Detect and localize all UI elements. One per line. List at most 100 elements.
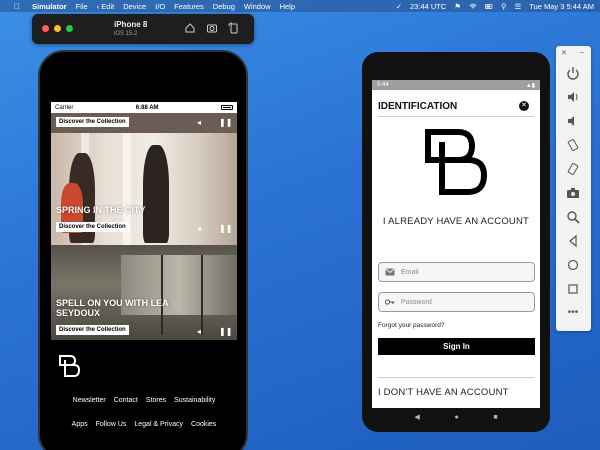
home-icon[interactable] xyxy=(184,22,196,34)
ios-status-bar: Carrier 6:88 AM xyxy=(51,102,237,113)
android-status-bar: 5:44 ▲▮ xyxy=(372,80,540,90)
discover-button-3[interactable]: Discover the Collection xyxy=(56,325,129,335)
android-screen: 5:44 ▲▮ IDENTIFICATION ✕ I ALREADY HAVE … xyxy=(372,80,540,408)
more-icon[interactable]: ••• xyxy=(566,306,580,320)
mute-icon[interactable]: ◂ xyxy=(197,118,201,127)
pause-icon[interactable]: ❚❚ xyxy=(219,327,232,336)
footer-links-row-1: Newsletter Contact Stores Sustainability xyxy=(51,397,237,404)
footer-link-cookies[interactable]: Cookies xyxy=(191,421,216,428)
menu-features[interactable]: Features xyxy=(174,2,204,11)
battery-icon[interactable] xyxy=(485,3,493,10)
password-placeholder: Password xyxy=(401,298,432,306)
minimize-icon[interactable]: – xyxy=(580,49,584,56)
close-window-button[interactable] xyxy=(42,25,49,32)
overview-icon[interactable]: ■ xyxy=(493,414,497,421)
home-circle-icon[interactable]: ● xyxy=(454,414,458,421)
ios-battery-icon xyxy=(220,105,233,110)
menu-edit[interactable]: ‹ Edit xyxy=(97,2,115,11)
pause-icon[interactable]: ❚❚ xyxy=(219,118,232,127)
ios-time: 6:88 AM xyxy=(135,104,159,111)
footer-link-legal-privacy[interactable]: Legal & Privacy xyxy=(134,421,183,428)
menu-debug[interactable]: Debug xyxy=(213,2,235,11)
menu-edit-label: Edit xyxy=(101,1,115,11)
search-icon[interactable]: ⚲ xyxy=(501,2,507,11)
footer-link-apps[interactable]: Apps xyxy=(72,421,88,428)
rotate-right-icon[interactable] xyxy=(566,162,580,176)
wifi-icon[interactable] xyxy=(469,3,477,10)
discover-button-1[interactable]: Discover the Collection xyxy=(56,117,129,127)
control-center-icon[interactable]: ☰ xyxy=(515,2,522,11)
back-icon[interactable] xyxy=(566,234,580,248)
volume-up-icon[interactable] xyxy=(566,90,580,104)
model-figure xyxy=(143,145,169,243)
flag-icon[interactable]: ⚑ xyxy=(454,2,461,11)
window-frame xyxy=(161,255,163,335)
panel-3-headline-line1: SPELL ON YOU WITH LEA xyxy=(56,298,169,308)
email-field[interactable]: Email xyxy=(378,262,535,282)
menu-help[interactable]: Help xyxy=(280,2,295,11)
menu-app-simulator[interactable]: Simulator xyxy=(32,2,67,11)
footer-link-newsletter[interactable]: Newsletter xyxy=(73,397,106,404)
menu-io[interactable]: I/O xyxy=(155,2,165,11)
iphone-screen: Carrier 6:88 AM Discover the Collection … xyxy=(51,102,237,450)
menu-file[interactable]: File xyxy=(76,2,88,11)
brand-logo xyxy=(425,129,488,195)
menu-datetime[interactable]: Tue May 3 5:44 AM xyxy=(529,2,594,11)
rotate-icon[interactable] xyxy=(228,22,240,34)
collection-panel-1[interactable]: Discover the Collection ◂ ❚❚ xyxy=(51,113,237,133)
power-icon[interactable] xyxy=(566,66,580,80)
header-divider xyxy=(378,116,534,117)
zoom-icon[interactable] xyxy=(566,210,580,224)
simulator-toolbar: iPhone 8 iOS 15.2 xyxy=(32,14,254,44)
footer-link-stores[interactable]: Stores xyxy=(146,397,166,404)
site-footer: Newsletter Contact Stores Sustainability… xyxy=(51,340,237,450)
android-signal-icon: ▲▮ xyxy=(525,82,535,89)
close-icon[interactable]: ✕ xyxy=(519,101,529,111)
apple-icon[interactable]:  xyxy=(12,2,22,11)
desktop:  Simulator File ‹ Edit Device I/O Featu… xyxy=(0,0,600,450)
overview-icon[interactable] xyxy=(566,282,580,296)
have-account-heading: I ALREADY HAVE AN ACCOUNT xyxy=(382,216,530,227)
sign-in-button[interactable]: Sign In xyxy=(378,338,535,355)
carrier-label: Carrier xyxy=(55,104,74,111)
home-circle-icon[interactable] xyxy=(566,258,580,272)
android-time: 5:44 xyxy=(377,82,389,88)
macos-menu-bar:  Simulator File ‹ Edit Device I/O Featu… xyxy=(0,0,600,12)
rotate-left-icon[interactable] xyxy=(566,138,580,152)
mute-icon[interactable]: ◂ xyxy=(197,224,201,233)
pause-icon[interactable]: ❚❚ xyxy=(219,224,232,233)
panel-3-headline-line2: SEYDOUX xyxy=(56,308,101,318)
panel-2-headline: SPRING IN THE CITY xyxy=(56,205,146,215)
utc-clock[interactable]: 23:44 UTC xyxy=(410,2,446,11)
emulator-toolbar: ✕ – ••• xyxy=(556,46,591,331)
key-icon xyxy=(385,299,395,305)
device-name: iPhone 8 xyxy=(114,20,148,29)
checkmark-circle-icon[interactable]: ✓ xyxy=(396,2,402,11)
no-account-heading: I DON'T HAVE AN ACCOUNT xyxy=(378,387,509,398)
menu-device[interactable]: Device xyxy=(123,2,146,11)
minimize-window-button[interactable] xyxy=(54,25,61,32)
footer-link-contact[interactable]: Contact xyxy=(114,397,138,404)
back-icon[interactable]: ◀ xyxy=(414,413,419,421)
screenshot-icon[interactable] xyxy=(206,22,218,34)
android-nav-bar: ◀ ● ■ xyxy=(372,408,540,426)
discover-button-2[interactable]: Discover the Collection xyxy=(56,222,129,232)
footer-links-row-2: Apps Follow Us Legal & Privacy Cookies xyxy=(51,421,237,428)
footer-link-sustainability[interactable]: Sustainability xyxy=(174,397,215,404)
volume-down-icon[interactable] xyxy=(566,114,580,128)
zoom-window-button[interactable] xyxy=(66,25,73,32)
panel-3-headline: SPELL ON YOU WITH LEA SEYDOUX xyxy=(56,298,169,318)
os-version: iOS 15.2 xyxy=(114,31,138,37)
forgot-password-link[interactable]: Forgot your password? xyxy=(378,322,444,329)
footer-link-follow-us[interactable]: Follow Us xyxy=(96,421,127,428)
close-icon[interactable]: ✕ xyxy=(561,49,567,57)
password-field[interactable]: Password xyxy=(378,292,535,312)
section-divider xyxy=(378,377,534,378)
brand-logo[interactable] xyxy=(58,354,82,378)
collection-panel-3[interactable]: SPELL ON YOU WITH LEA SEYDOUX Discover th… xyxy=(51,245,237,340)
camera-icon[interactable] xyxy=(566,186,580,200)
menu-window[interactable]: Window xyxy=(244,2,271,11)
window-frame xyxy=(201,255,203,335)
collection-panel-2[interactable]: SPRING IN THE CITY Discover the Collecti… xyxy=(51,133,237,245)
mute-icon[interactable]: ◂ xyxy=(197,327,201,336)
